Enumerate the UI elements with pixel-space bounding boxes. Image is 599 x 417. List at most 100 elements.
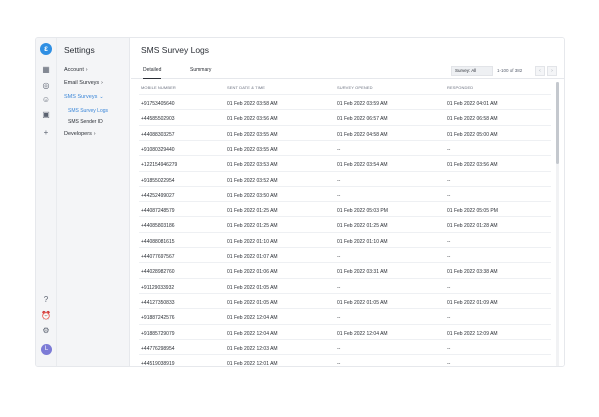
table-cell: 01 Feb 2022 05:05 PM (447, 208, 498, 215)
table-cell: 01 Feb 2022 03:56 AM (447, 162, 498, 169)
table-cell: -- (447, 315, 451, 322)
table-cell: 01 Feb 2022 04:01 AM (447, 101, 498, 107)
table-cell: 01 Feb 2022 12:03 AM (227, 345, 278, 352)
surveys-icon[interactable]: ◎ (41, 81, 51, 91)
column-header-sent[interactable]: SENT DATE & TIME (227, 85, 265, 90)
table-cell: 01 Feb 2022 01:05 AM (227, 284, 278, 291)
table-cell: 01 Feb 2022 01:10 AM (227, 238, 278, 245)
next-page-button[interactable]: › (547, 66, 557, 76)
table-cell: +44085803186 (141, 223, 175, 230)
table-cell: 01 Feb 2022 03:53 AM (227, 162, 278, 169)
sidebar-title: Settings (64, 45, 95, 55)
table-cell: +44077697567 (141, 254, 175, 260)
add-icon[interactable]: + (41, 128, 51, 138)
table-cell: 01 Feb 2022 03:52 AM (227, 177, 278, 184)
table-cell: -- (337, 146, 341, 153)
table-cell: 01 Feb 2022 01:25 AM (227, 223, 278, 230)
dashboard-icon[interactable]: ▦ (41, 65, 51, 75)
tab-detailed[interactable]: Detailed (143, 67, 162, 79)
table-cell: 01 Feb 2022 01:25 AM (227, 208, 278, 215)
table-cell: -- (337, 345, 341, 352)
table-row[interactable]: +44519038919 01 Feb 2022 12:01 AM -- -- (139, 354, 551, 367)
settings-icon[interactable]: ⚙ (41, 326, 51, 336)
chevron-right-icon: › (101, 80, 103, 86)
scrollbar-thumb[interactable] (556, 82, 559, 164)
tab-summary[interactable]: Summary (190, 67, 211, 73)
column-header-responded[interactable]: RESPONDED (447, 85, 473, 90)
table-cell: +44519038919 (141, 361, 175, 367)
sidebar-item-email-surveys[interactable]: Email Surveys › (64, 80, 103, 86)
table-cell: -- (447, 192, 451, 199)
table-cell: 01 Feb 2022 05:00 AM (447, 131, 498, 138)
table-cell: +44087248579 (141, 208, 175, 215)
table-cell: 01 Feb 2022 03:56 AM (227, 116, 278, 123)
table-cell: 01 Feb 2022 03:50 AM (227, 192, 278, 199)
table-cell: +44252499027 (141, 192, 175, 199)
table-cell: -- (447, 284, 451, 291)
table-cell: -- (447, 177, 451, 184)
table-cell: +44028982760 (141, 269, 175, 276)
column-header-opened[interactable]: SURVEY OPENED (337, 85, 373, 90)
table-cell: 01 Feb 2022 01:05 AM (227, 299, 278, 306)
table-cell: 01 Feb 2022 04:58 AM (337, 131, 388, 138)
table-cell: +44127350833 (141, 299, 175, 306)
table-cell: -- (337, 315, 341, 322)
prev-page-button[interactable]: ‹ (535, 66, 545, 76)
table-cell: 01 Feb 2022 06:57 AM (337, 116, 388, 123)
sidebar-item-label: Email Surveys (64, 80, 100, 86)
contacts-icon[interactable]: ☺ (41, 95, 51, 105)
table-cell: -- (337, 192, 341, 199)
table-cell: -- (447, 345, 451, 352)
sidebar-subitem-sms-survey-logs[interactable]: SMS Survey Logs (68, 108, 108, 114)
table-cell: -- (337, 361, 341, 367)
page-title: SMS Survey Logs (141, 45, 210, 55)
sidebar-item-developers[interactable]: Developers › (64, 131, 96, 137)
table-cell: 01 Feb 2022 01:28 AM (447, 223, 498, 230)
table-cell: -- (447, 146, 451, 153)
sidebar-subitem-sms-sender-id[interactable]: SMS Sender ID (68, 119, 103, 125)
table-cell: 01 Feb 2022 12:04 AM (227, 330, 278, 337)
table-cell: -- (337, 254, 341, 260)
table-cell: 01 Feb 2022 05:03 PM (337, 208, 388, 215)
reports-icon[interactable]: ▣ (41, 110, 51, 120)
table-cell: -- (447, 238, 451, 245)
sidebar-item-sms-surveys[interactable]: SMS Surveys ⌄ (64, 94, 104, 100)
table-cell: 01 Feb 2022 12:09 AM (447, 330, 498, 337)
table-cell: 01 Feb 2022 06:58 AM (447, 116, 498, 123)
chevron-down-icon: ⌄ (99, 94, 104, 100)
table-cell: 01 Feb 2022 12:04 AM (337, 330, 388, 337)
table-cell: 01 Feb 2022 03:55 AM (227, 146, 278, 153)
table-cell: 01 Feb 2022 01:25 AM (337, 223, 388, 230)
app-window: ε ▦ ◎ ☺ ▣ + ? ⏰ ⚙ L Settings Account › Em… (35, 37, 565, 367)
table-cell: 01 Feb 2022 12:04 AM (227, 315, 278, 322)
table-cell: +91887242576 (141, 315, 175, 322)
table-cell: -- (337, 177, 341, 184)
chevron-right-icon: › (85, 67, 88, 73)
chevron-right-icon: › (93, 131, 96, 137)
table-cell: +122154946279 (141, 162, 178, 169)
table-cell: +44088081615 (141, 238, 175, 245)
table-cell: 01 Feb 2022 01:06 AM (227, 269, 278, 276)
table-cell: +91129033932 (141, 284, 175, 291)
app-logo[interactable]: ε (40, 43, 52, 55)
table-cell: +44585502903 (141, 116, 175, 123)
table-cell: 01 Feb 2022 03:31 AM (337, 269, 388, 276)
table-cell: 01 Feb 2022 12:01 AM (227, 361, 278, 367)
table-cell: 01 Feb 2022 01:07 AM (227, 254, 278, 260)
table-cell: 01 Feb 2022 03:58 AM (227, 101, 278, 107)
settings-sidebar: Settings Account › Email Surveys › SMS Sur… (57, 38, 130, 366)
pagination-info: 1-100 of 382 (497, 68, 523, 73)
table-cell: -- (447, 361, 451, 367)
sidebar-item-label: SMS Surveys (64, 94, 98, 100)
survey-filter-select[interactable]: Survey: All (451, 66, 493, 76)
sidebar-item-label: Account (64, 67, 84, 73)
notifications-icon[interactable]: ⏰ (41, 311, 51, 321)
scrollbar[interactable] (556, 82, 559, 366)
table-cell: +91885729079 (141, 330, 175, 337)
table-cell: 01 Feb 2022 03:59 AM (337, 101, 388, 107)
table-cell: -- (447, 254, 451, 260)
sidebar-item-account[interactable]: Account › (64, 67, 88, 73)
avatar[interactable]: L (41, 344, 52, 355)
help-icon[interactable]: ? (41, 295, 51, 305)
column-header-mobile[interactable]: MOBILE NUMBER (141, 85, 176, 90)
